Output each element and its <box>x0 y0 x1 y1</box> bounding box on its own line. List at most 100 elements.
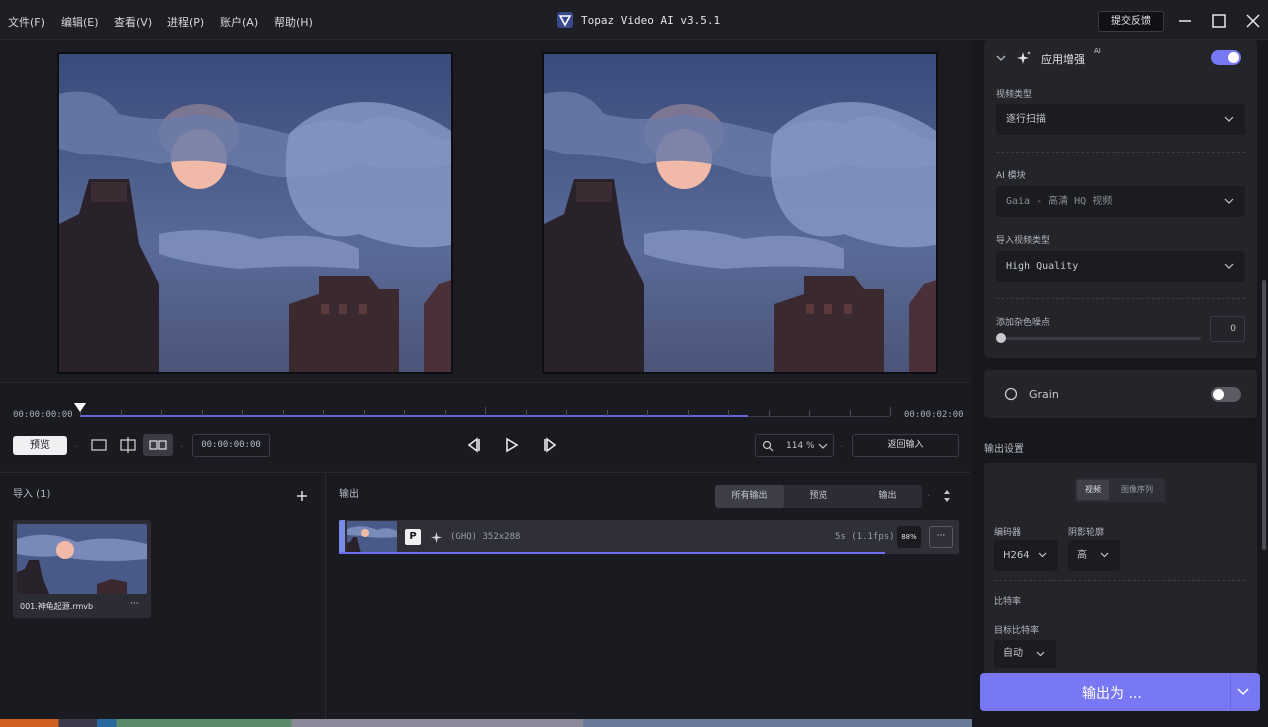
timeline-tick <box>850 410 851 416</box>
target-bitrate-label: 目标比特率 <box>994 626 1040 636</box>
separator-dot: · <box>840 440 844 453</box>
tab-all-outputs[interactable]: 所有输出 <box>715 485 784 508</box>
noise-value-input[interactable]: 0 <box>1210 316 1245 342</box>
chevron-down-icon <box>1224 116 1234 122</box>
return-input-button[interactable]: 返回输入 <box>852 434 959 457</box>
feedback-button[interactable]: 提交反馈 <box>1098 11 1164 32</box>
video-type-value: 逐行扫描 <box>1006 114 1046 125</box>
single-view-icon[interactable] <box>86 434 112 456</box>
output-duration: 5s (1.1fps) <box>835 532 895 542</box>
video-type-select[interactable]: 逐行扫描 <box>996 104 1245 135</box>
close-icon[interactable] <box>1242 10 1264 32</box>
timeline-tick <box>364 410 365 416</box>
radio-icon[interactable] <box>1004 387 1018 401</box>
enhance-title: 应用增强 <box>1041 53 1085 66</box>
toggle-knob <box>1228 52 1239 63</box>
import-file-name: 001.神龟起源.rmvb <box>20 602 94 611</box>
split-view-icon[interactable] <box>115 434 141 456</box>
ai-model-value: Gaia - 高清 HQ 视频 <box>1006 196 1113 207</box>
export-divider <box>1230 673 1231 711</box>
preview-button[interactable]: 预览 <box>13 436 67 455</box>
noise-label: 添加杂色噪点 <box>996 318 1051 328</box>
tab-image-sequence[interactable]: 图像序列 <box>1111 480 1163 500</box>
menu-account[interactable]: 账户(A) <box>220 14 258 30</box>
zoom-icon <box>762 440 774 452</box>
bitrate-label: 比特率 <box>994 597 1022 607</box>
menu-edit[interactable]: 编辑(E) <box>61 14 99 30</box>
zoom-select[interactable]: 114 % <box>755 434 834 457</box>
input-type-select[interactable]: High Quality <box>996 251 1245 282</box>
previous-frame-icon[interactable] <box>464 437 482 453</box>
time-input[interactable]: 00:00:00:00 <box>192 434 270 457</box>
output-percent: 88% <box>897 526 921 548</box>
settings-scrollbar[interactable] <box>1262 280 1266 550</box>
profile-label: 阴影轮廓 <box>1068 528 1105 538</box>
file-thumbnail <box>17 524 147 594</box>
timeline-tick <box>242 410 243 416</box>
maximize-icon[interactable] <box>1208 10 1230 32</box>
separator-dot: · <box>74 440 78 453</box>
minimize-icon[interactable] <box>1174 10 1196 32</box>
profile-select[interactable]: 高 <box>1068 540 1120 571</box>
input-type-value: High Quality <box>1006 261 1079 272</box>
side-by-side-view-icon[interactable] <box>143 434 173 456</box>
row-accent <box>339 520 345 554</box>
noise-slider-track[interactable] <box>996 337 1201 340</box>
play-icon[interactable] <box>504 437 520 453</box>
title-bar: 文件(F) 编辑(E) 查看(V) 进程(P) 账户(A) 帮助(H) Topa… <box>0 0 1268 40</box>
input-type-label: 导入视频类型 <box>996 236 1051 246</box>
timeline-tick <box>323 410 324 416</box>
sort-icon[interactable] <box>942 489 952 503</box>
output-progress-bar <box>339 552 885 554</box>
add-icon[interactable] <box>296 490 308 502</box>
ai-model-select[interactable]: Gaia - 高清 HQ 视频 <box>996 186 1245 217</box>
tab-preview[interactable]: 预览 <box>784 485 853 508</box>
output-thumbnail <box>347 521 397 553</box>
app-title: Topaz Video AI v3.5.1 <box>581 14 721 27</box>
output-type-badge: P <box>405 529 421 545</box>
timeline-tick <box>566 410 567 416</box>
separator-dot: · <box>927 489 931 502</box>
ai-badge: AI <box>1094 47 1101 55</box>
topaz-logo-icon <box>557 12 573 28</box>
output-settings-title: 输出设置 <box>984 444 1024 455</box>
menu-file[interactable]: 文件(F) <box>8 14 45 30</box>
grain-toggle[interactable] <box>1211 387 1241 402</box>
timeline-tick <box>445 410 446 416</box>
output-more-button[interactable]: ··· <box>929 526 953 548</box>
timeline-tick <box>202 410 203 416</box>
enhanced-video-frame <box>542 52 938 374</box>
timeline-start-time: 00:00:00:00 <box>13 410 73 420</box>
target-bitrate-value: 自动 <box>1003 648 1023 659</box>
file-more-button[interactable]: ··· <box>130 599 139 609</box>
tab-output[interactable]: 输出 <box>853 485 922 508</box>
output-item-row[interactable]: P (GHQ) 352x288 5s (1.1fps) 88% ··· <box>339 520 959 554</box>
export-button[interactable]: 输出为 ... <box>980 673 1260 711</box>
timeline-tick <box>688 410 689 416</box>
timeline-tick <box>728 410 729 416</box>
chevron-down-icon <box>1038 552 1047 558</box>
output-mode-tabs: 视频 图像序列 <box>1075 478 1165 502</box>
video-frame-image <box>59 54 451 372</box>
menu-view[interactable]: 查看(V) <box>114 14 152 30</box>
timeline-tick <box>809 410 810 416</box>
target-bitrate-select[interactable]: 自动 <box>994 640 1056 668</box>
playhead-handle[interactable] <box>74 403 86 412</box>
timeline-tick <box>485 407 486 416</box>
enhance-toggle[interactable] <box>1211 50 1241 65</box>
import-panel-title: 导入 (1) <box>13 489 51 500</box>
chevron-down-icon[interactable] <box>996 54 1006 62</box>
timeline-end-time: 00:00:02:00 <box>904 410 964 420</box>
noise-slider-handle[interactable] <box>996 333 1006 343</box>
next-frame-icon[interactable] <box>542 437 560 453</box>
encoder-select[interactable]: H264 <box>994 540 1058 571</box>
video-frame-image <box>544 54 936 372</box>
chevron-down-icon[interactable] <box>1237 688 1249 696</box>
menu-process[interactable]: 进程(P) <box>167 14 204 30</box>
tab-video[interactable]: 视频 <box>1077 480 1109 500</box>
encoder-label: 编码器 <box>994 528 1022 538</box>
divider <box>996 298 1245 299</box>
output-panel <box>327 472 970 727</box>
toggle-knob <box>1213 389 1224 400</box>
menu-help[interactable]: 帮助(H) <box>274 14 313 30</box>
